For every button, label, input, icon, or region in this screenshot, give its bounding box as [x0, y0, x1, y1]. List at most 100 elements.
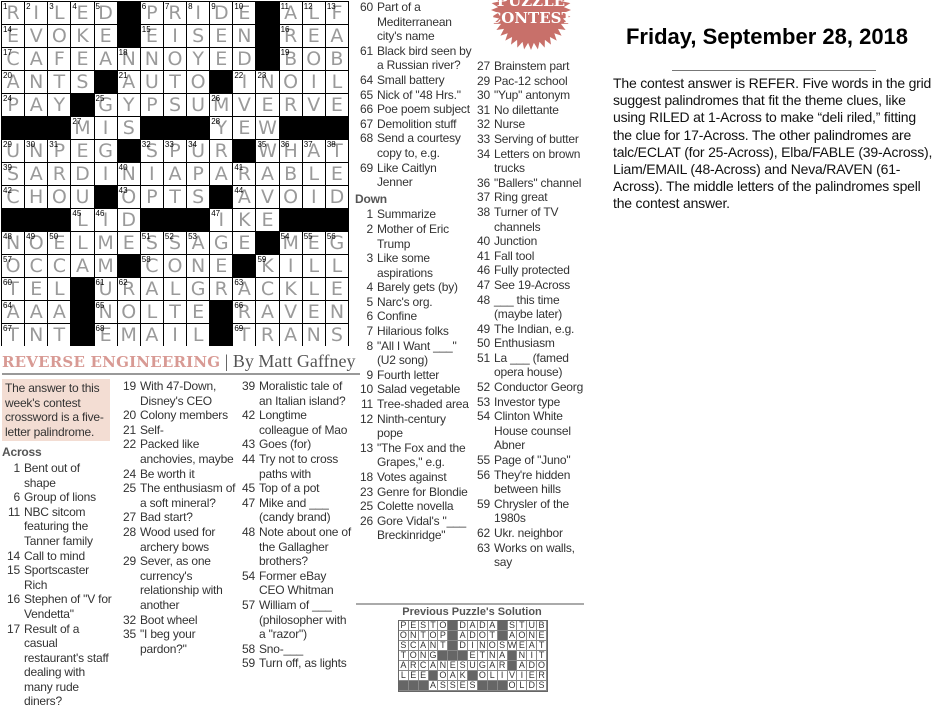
grid-cell: E: [303, 301, 325, 323]
black-square: [478, 681, 488, 691]
black-square: #: [233, 140, 255, 162]
grid-cell: L: [141, 301, 163, 323]
clue-number: 7: [355, 324, 377, 339]
grid-cell: E: [326, 278, 348, 300]
clue-item: 33Serving of butter: [472, 132, 590, 147]
grid-cell: S: [118, 117, 140, 139]
clue-column-5: 27Brainstem part29Pac-12 school30"Yup" a…: [472, 59, 590, 570]
clue-item: 22Packed like anchovies, maybe: [118, 437, 236, 466]
clue-item: 35"I beg your pardon?": [118, 627, 236, 656]
grid-cell: T: [164, 186, 186, 208]
grid-cell: A: [2, 301, 24, 323]
solution-cell: A: [429, 661, 439, 671]
grid-cell: N: [25, 140, 47, 162]
clue-text: Letters on brown trucks: [494, 147, 590, 176]
grid-cell: M: [210, 94, 232, 116]
grid-cell: G: [187, 278, 209, 300]
black-square: [419, 681, 429, 691]
crossword-grid: RILED#PRIDE#ALF EVOKE#EISEN#REA CAFEANNO…: [1, 1, 349, 346]
black-square: #: [71, 301, 93, 323]
solution-cell: L: [517, 681, 527, 691]
black-square: [488, 681, 498, 691]
grid-cell: T: [2, 324, 24, 346]
clue-item: 69Like Caitlyn Jenner: [355, 161, 473, 190]
clue-text: Like some aspirations: [377, 251, 473, 280]
clue-number: 12: [355, 412, 377, 441]
black-square: #: [164, 117, 186, 139]
clue-item: 37Ring great: [472, 190, 590, 205]
clue-text: Investor type: [494, 395, 590, 410]
divider: [672, 70, 876, 71]
grid-cell: R: [2, 2, 24, 24]
grid-cell: K: [71, 25, 93, 47]
clue-item: 48Note about one of the Gallagher brothe…: [237, 525, 353, 569]
clue-text: The enthusiasm of a soft mineral?: [140, 481, 236, 510]
clue-number: 56: [472, 468, 494, 497]
clue-text: "Yup" antonym: [494, 88, 590, 103]
grid-cell: S: [164, 232, 186, 254]
clue-text: Stephen of "V for Vendetta": [24, 592, 114, 621]
clue-number: 32: [118, 613, 140, 628]
clue-text: Sportscaster Rich: [24, 563, 114, 592]
clue-item: 47See 19-Across: [472, 278, 590, 293]
grid-cell: C: [256, 278, 278, 300]
grid-row: UNPEG#SPUR#WHAT: [2, 140, 348, 162]
clue-text: Self-: [140, 423, 236, 438]
clue-text: Hilarious folks: [377, 324, 473, 339]
clue-text: Gore Vidal's "___ Breckinridge": [377, 514, 473, 543]
clue-item: 56They're hidden between hills: [472, 468, 590, 497]
clue-text: Votes against: [377, 470, 473, 485]
grid-cell: S: [326, 324, 348, 346]
grid-cell: V: [303, 94, 325, 116]
grid-cell: A: [326, 25, 348, 47]
grid-cell: A: [256, 163, 278, 185]
clue-number: 32: [472, 117, 494, 132]
grid-cell: T: [48, 324, 70, 346]
clue-item: 60Part of a Mediterranean city's name: [355, 0, 473, 44]
clue-number: 36: [472, 176, 494, 191]
clue-item: 65Nick of "48 Hrs.": [355, 88, 473, 103]
black-square: #: [233, 255, 255, 277]
clue-item: 43Goes (for): [237, 437, 353, 452]
puzzle-title: REVERSE ENGINEERING | By Matt Gaffney: [2, 351, 360, 375]
grid-cell: O: [25, 232, 47, 254]
clue-number: 62: [472, 526, 494, 541]
clue-text: NBC sitcom featuring the Tanner family: [24, 505, 114, 549]
solution-cell: D: [527, 681, 537, 691]
black-square: #: [256, 2, 278, 24]
clue-number: 69: [355, 161, 377, 190]
grid-cell: L: [326, 71, 348, 93]
grid-cell: O: [303, 48, 325, 70]
grid-cell: R: [210, 140, 232, 162]
grid-cell: H: [280, 140, 302, 162]
clue-number: 30: [472, 88, 494, 103]
solution-cell: D: [458, 641, 468, 651]
clue-number: 24: [118, 467, 140, 482]
black-square: #: [95, 186, 117, 208]
grid-cell: I: [187, 2, 209, 24]
grid-row: OCCAM#CONE#KILL: [2, 255, 348, 277]
clue-item: 24Be worth it: [118, 467, 236, 482]
clue-item: 29Pac-12 school: [472, 74, 590, 89]
clue-item: 5Narc's org.: [355, 295, 473, 310]
clue-number: 59: [237, 656, 259, 671]
grid-cell: N: [141, 48, 163, 70]
clue-item: 68Send a courtesy copy to, e.g.: [355, 131, 473, 160]
clue-item: 19With 47-Down, Disney's CEO: [118, 379, 236, 408]
clue-number: 60: [355, 0, 377, 44]
clue-item: 6Group of lions: [2, 490, 114, 505]
grid-cell: L: [164, 278, 186, 300]
clue-number: 33: [472, 132, 494, 147]
grid-cell: S: [187, 25, 209, 47]
black-square: #: [280, 209, 302, 231]
solution-cell: W: [508, 641, 518, 651]
solution-cell: U: [468, 661, 478, 671]
grid-cell: L: [303, 163, 325, 185]
grid-cell: A: [141, 324, 163, 346]
grid-cell: D: [210, 2, 232, 24]
grid-row: TEL#URALGRACKLE: [2, 278, 348, 300]
grid-cell: N: [2, 232, 24, 254]
clue-text: Like Caitlyn Jenner: [377, 161, 473, 190]
grid-cell: E: [48, 232, 70, 254]
clue-item: 25Colette novella: [355, 499, 473, 514]
